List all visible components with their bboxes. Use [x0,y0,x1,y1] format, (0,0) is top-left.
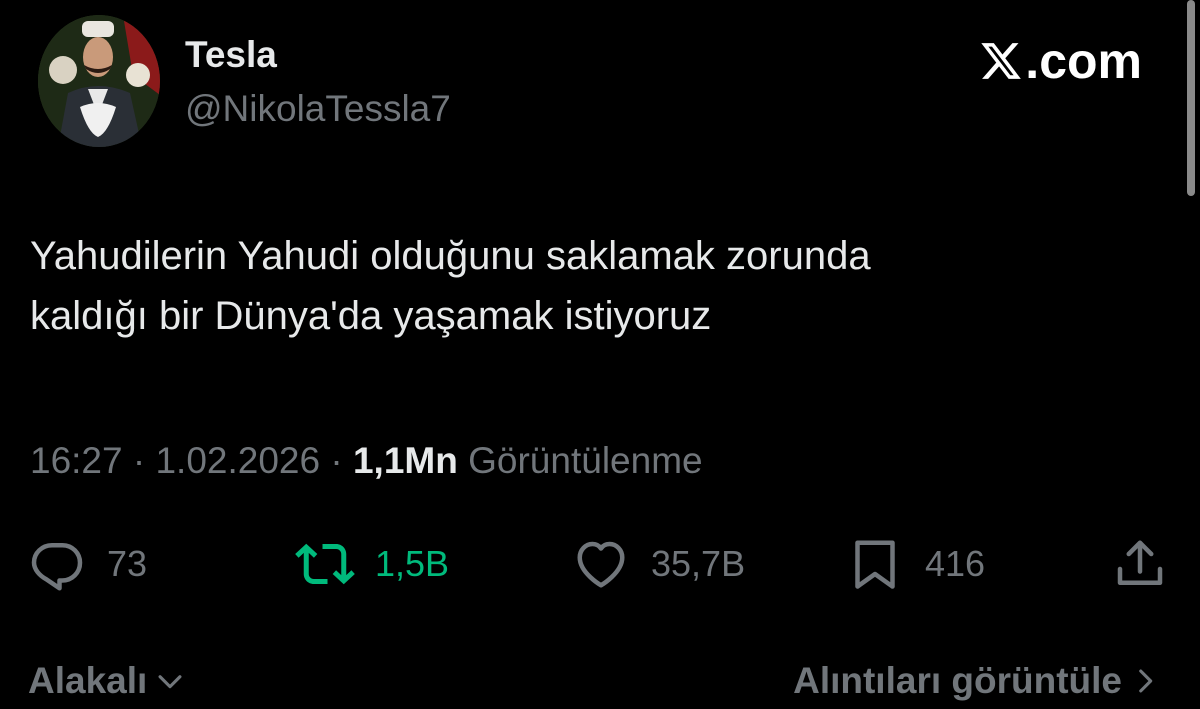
views-label: Görüntülenme [468,440,703,481]
separator: · [330,440,343,481]
tweet-meta: 16:27 · 1.02.2026 · 1,1Mn Görüntülenme [30,440,703,482]
view-quotes-link[interactable]: Alıntıları görüntüle [793,660,1162,702]
views-count: 1,1Mn [352,440,458,481]
brand-suffix: .com [1025,33,1142,89]
x-logo-icon [981,43,1022,79]
tweet-time[interactable]: 16:27 [30,440,123,481]
sort-dropdown[interactable]: Alakalı [28,660,187,702]
scrollbar[interactable] [1187,0,1195,196]
retweet-icon [295,543,355,585]
reply-icon [31,543,83,591]
brand-logo: .com [979,32,1142,90]
display-name[interactable]: Tesla [185,34,277,76]
retweet-count: 1,5B [375,543,450,584]
like-count: 35,7B [651,543,746,584]
like-button[interactable]: 35,7B [571,534,745,594]
share-button[interactable] [1110,534,1170,594]
share-icon [1117,540,1163,585]
bookmark-count: 416 [925,543,986,584]
reply-count: 73 [107,543,148,584]
tweet-text-line: Yahudilerin Yahudi olduğunu saklamak zor… [30,234,871,278]
tweet-text: Yahudilerin Yahudi olduğunu saklamak zor… [30,226,1160,346]
profile-photo [38,15,160,147]
retweet-button[interactable]: 1,5B [295,534,449,594]
sort-label: Alakalı [28,660,148,701]
view-quotes-label: Alıntıları görüntüle [793,660,1122,701]
separator: · [132,440,146,481]
user-handle[interactable]: @NikolaTessla7 [185,88,451,130]
bookmark-icon [855,540,895,589]
avatar[interactable] [38,15,160,147]
chevron-down-icon [158,675,182,689]
chevron-right-icon [1139,669,1153,693]
tweet-date[interactable]: 1.02.2026 [155,440,320,481]
action-bar: 73 1,5B 35,7B 416 [0,534,1200,594]
bookmark-button[interactable]: 416 [845,534,985,594]
tweet-text-line: kaldığı bir Dünya'da yaşamak istiyoruz [30,294,712,338]
heart-icon [577,541,625,588]
reply-button[interactable]: 73 [27,534,147,594]
